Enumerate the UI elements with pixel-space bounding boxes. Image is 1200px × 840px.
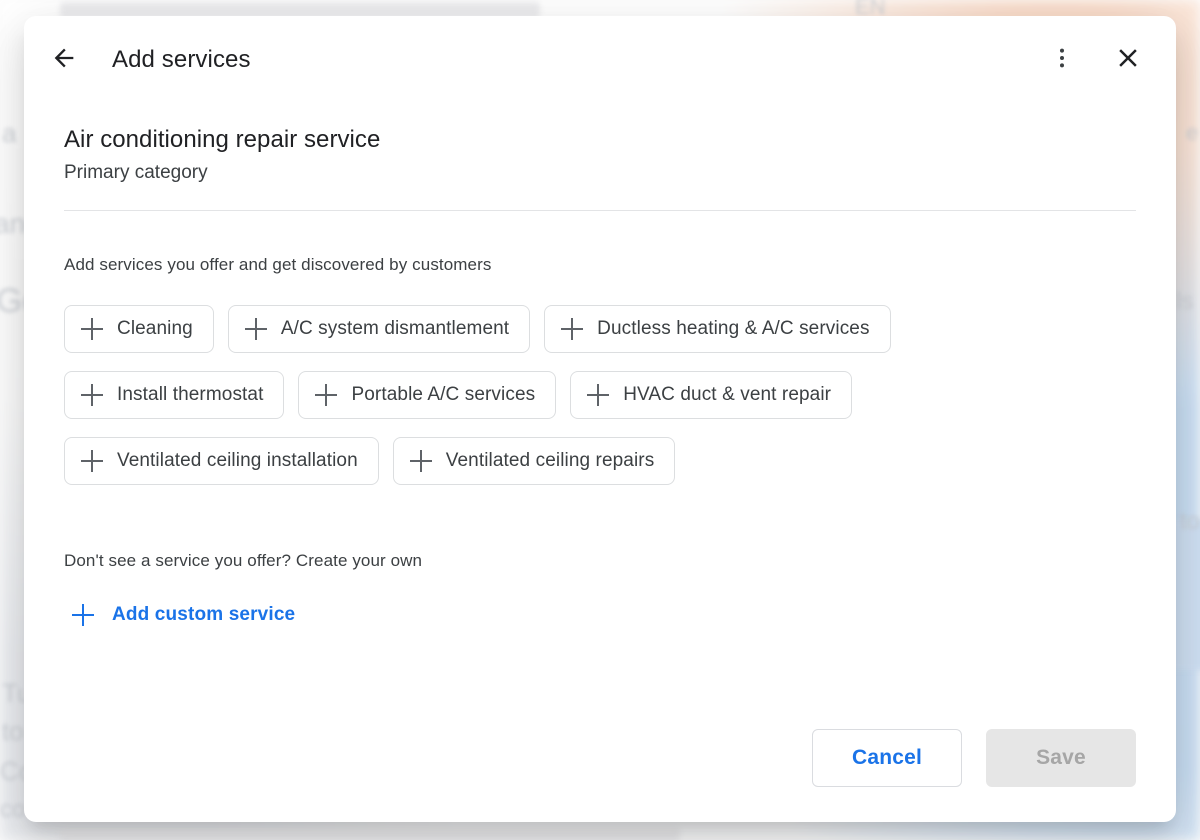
plus-icon [81, 384, 103, 406]
plus-icon [410, 450, 432, 472]
custom-service-note: Don't see a service you offer? Create yo… [64, 549, 1136, 573]
backdrop-strip-bottom [60, 828, 680, 840]
backdrop-text-fragment: co [0, 796, 25, 824]
dialog-body: Air conditioning repair service Primary … [24, 104, 1176, 631]
service-chip-label: A/C system dismantlement [281, 317, 509, 341]
plus-icon [81, 450, 103, 472]
header-divider [64, 210, 1136, 211]
service-chip-label: Ventilated ceiling installation [117, 449, 358, 473]
service-chip[interactable]: HVAC duct & vent repair [570, 371, 852, 419]
add-services-dialog: Add services [24, 16, 1176, 822]
add-custom-service-button[interactable]: Add custom service [72, 603, 295, 627]
service-chip[interactable]: Portable A/C services [298, 371, 556, 419]
back-button[interactable] [40, 36, 88, 84]
save-button: Save [986, 729, 1136, 787]
service-chip-label: Ductless heating & A/C services [597, 317, 869, 341]
plus-icon [561, 318, 583, 340]
category-name: Air conditioning repair service [64, 124, 1136, 156]
more-options-button[interactable] [1038, 36, 1086, 84]
backdrop-text-fragment: a [2, 118, 16, 149]
plus-icon [587, 384, 609, 406]
primary-category-block: Air conditioning repair service Primary … [64, 104, 1136, 186]
service-chip[interactable]: Cleaning [64, 305, 214, 353]
service-chip-label: Cleaning [117, 317, 193, 341]
dialog-title: Add services [112, 44, 1038, 76]
close-icon [1113, 43, 1143, 78]
service-chip[interactable]: Ventilated ceiling installation [64, 437, 379, 485]
dialog-footer: Cancel Save [24, 718, 1176, 822]
add-custom-service-label: Add custom service [112, 603, 295, 627]
plus-icon [81, 318, 103, 340]
backdrop-text-fragment: ls [1176, 288, 1193, 316]
plus-icon [72, 604, 94, 626]
service-chip[interactable]: Ventilated ceiling repairs [393, 437, 676, 485]
service-chip-label: Portable A/C services [351, 383, 535, 407]
service-chip[interactable]: Install thermostat [64, 371, 284, 419]
backdrop-text-fragment: e [1186, 120, 1198, 146]
service-chip-list: Cleaning A/C system dismantlement Ductless… [64, 305, 1094, 485]
service-chip[interactable]: A/C system dismantlement [228, 305, 530, 353]
service-chip-label: Install thermostat [117, 383, 263, 407]
service-chip[interactable]: Ductless heating & A/C services [544, 305, 890, 353]
more-vert-icon [1049, 45, 1075, 76]
service-chip-label: HVAC duct & vent repair [623, 383, 831, 407]
close-button[interactable] [1104, 36, 1152, 84]
arrow-back-icon [50, 44, 78, 77]
plus-icon [245, 318, 267, 340]
backdrop-text-fragment: to [2, 716, 24, 747]
section-description: Add services you offer and get discovere… [64, 253, 1136, 277]
backdrop-text-fragment: to [1180, 508, 1200, 536]
header-actions [1038, 36, 1152, 84]
plus-icon [315, 384, 337, 406]
service-chip-label: Ventilated ceiling repairs [446, 449, 655, 473]
dialog-header: Add services [24, 16, 1176, 104]
category-subtitle: Primary category [64, 160, 1136, 186]
cancel-button[interactable]: Cancel [812, 729, 962, 787]
